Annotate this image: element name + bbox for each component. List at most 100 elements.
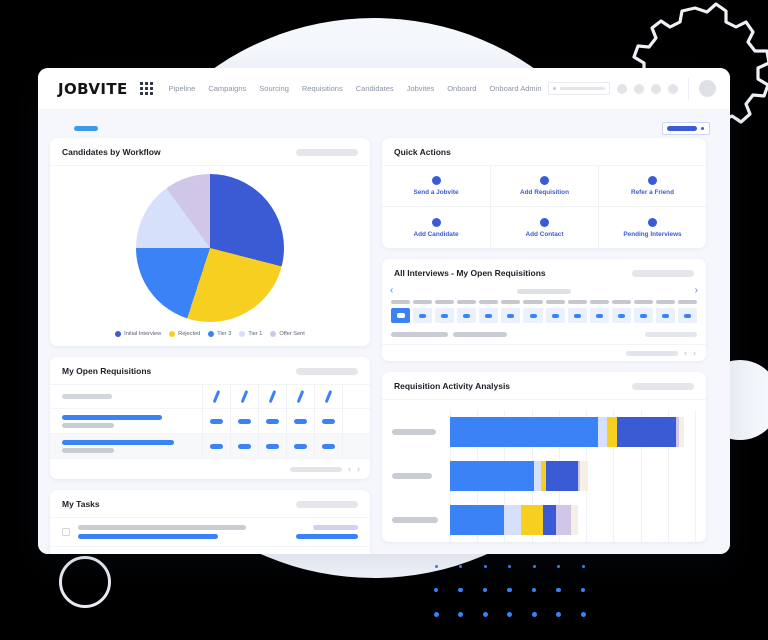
table-cell[interactable] bbox=[286, 434, 314, 458]
table-cell[interactable] bbox=[230, 434, 258, 458]
interviews-next-icon[interactable]: › bbox=[695, 286, 698, 296]
legend-item[interactable]: Initial Interview bbox=[115, 331, 161, 337]
stacked-bar[interactable] bbox=[450, 505, 696, 535]
interview-day-cell[interactable] bbox=[457, 308, 477, 323]
column-header[interactable] bbox=[202, 385, 230, 408]
table-row[interactable] bbox=[50, 434, 370, 459]
nav-icon-3[interactable] bbox=[651, 83, 661, 94]
nav-link-requisitions[interactable]: Requisitions bbox=[302, 84, 343, 93]
table-cell[interactable] bbox=[342, 434, 370, 458]
interview-day-cell[interactable] bbox=[501, 308, 521, 323]
list-item[interactable] bbox=[50, 517, 370, 546]
quick-action-label: Send a Jobvite bbox=[413, 189, 459, 196]
column-header[interactable] bbox=[286, 385, 314, 408]
interview-day-cell[interactable] bbox=[633, 308, 653, 323]
card-menu-bar[interactable] bbox=[632, 382, 694, 390]
card-menu-bar[interactable] bbox=[296, 148, 358, 156]
legend-swatch bbox=[169, 331, 176, 337]
apps-grid-icon[interactable] bbox=[139, 82, 153, 95]
task-checkbox[interactable] bbox=[62, 528, 70, 536]
table-cell[interactable] bbox=[314, 409, 342, 433]
day-label bbox=[523, 300, 543, 304]
interview-count bbox=[639, 313, 647, 318]
quick-action-refer-a-friend[interactable]: Refer a Friend bbox=[598, 166, 706, 207]
dashboard-body: Candidates by Workflow Initial Interview… bbox=[38, 110, 730, 554]
interview-day-cell[interactable] bbox=[678, 308, 698, 323]
interview-day-cell[interactable] bbox=[611, 308, 631, 323]
list-item[interactable] bbox=[50, 546, 370, 554]
nav-link-onboard[interactable]: Onboard bbox=[447, 84, 476, 93]
table-cell[interactable] bbox=[230, 409, 258, 433]
decorative-dot bbox=[434, 564, 438, 568]
avatar[interactable] bbox=[699, 80, 716, 97]
quick-action-send-a-jobvite[interactable]: Send a Jobvite bbox=[382, 166, 490, 207]
table-cell[interactable] bbox=[258, 434, 286, 458]
quick-action-add-candidate[interactable]: Add Candidate bbox=[382, 207, 490, 248]
stacked-bar[interactable] bbox=[450, 461, 696, 491]
dashboard-filter-select[interactable] bbox=[662, 121, 710, 135]
table-cell[interactable] bbox=[202, 409, 230, 433]
quick-action-add-contact[interactable]: Add Contact bbox=[490, 207, 598, 248]
card-menu-bar[interactable] bbox=[632, 269, 694, 277]
app-window: JOBVITE Pipeline Campaigns Sourcing Requ… bbox=[38, 68, 730, 554]
nav-link-onboard-admin[interactable]: Onboard Admin bbox=[489, 84, 541, 93]
interview-day-cell[interactable] bbox=[413, 308, 433, 323]
column-header[interactable] bbox=[230, 385, 258, 408]
diagonal-header-icon bbox=[240, 390, 249, 403]
add-requisition-icon bbox=[540, 176, 549, 185]
card-header: My Open Requisitions bbox=[50, 357, 370, 384]
nav-link-campaigns[interactable]: Campaigns bbox=[208, 84, 246, 93]
interview-day-cell[interactable] bbox=[479, 308, 499, 323]
nav-icon-1[interactable] bbox=[617, 83, 627, 94]
interview-day-cell[interactable] bbox=[655, 308, 676, 323]
nav-link-pipeline[interactable]: Pipeline bbox=[169, 84, 196, 93]
card-menu-bar[interactable] bbox=[296, 367, 358, 375]
pagination-next-icon[interactable]: › bbox=[693, 348, 696, 358]
column-header[interactable] bbox=[342, 385, 370, 408]
interview-day-cell[interactable] bbox=[589, 308, 609, 323]
legend-item[interactable]: Tier 1 bbox=[239, 331, 262, 337]
interview-count bbox=[617, 313, 625, 318]
table-cell[interactable] bbox=[286, 409, 314, 433]
pie-chart bbox=[136, 174, 284, 322]
table-cell[interactable] bbox=[342, 409, 370, 433]
filter-value bbox=[667, 125, 697, 131]
stacked-bar[interactable] bbox=[450, 417, 696, 447]
interview-day-cell[interactable] bbox=[391, 308, 411, 323]
interview-day-cell[interactable] bbox=[545, 308, 565, 323]
interview-day-cell[interactable] bbox=[567, 308, 587, 323]
card-quick-actions: Quick Actions Send a Jobvite Add Requisi… bbox=[382, 138, 706, 248]
quick-action-pending-interviews[interactable]: Pending Interviews bbox=[598, 207, 706, 248]
chevron-down-icon bbox=[701, 126, 704, 130]
nav-link-sourcing[interactable]: Sourcing bbox=[259, 84, 289, 93]
legend-item[interactable]: Offer Sent bbox=[270, 331, 305, 337]
search-input[interactable] bbox=[548, 82, 610, 95]
legend-item[interactable]: Tier 3 bbox=[208, 331, 231, 337]
table-cell[interactable] bbox=[258, 409, 286, 433]
pagination-prev-icon[interactable]: ‹ bbox=[684, 348, 687, 358]
table-row[interactable] bbox=[50, 409, 370, 434]
jobvite-logo[interactable]: JOBVITE bbox=[58, 80, 128, 98]
column-header[interactable] bbox=[314, 385, 342, 408]
nav-icon-4[interactable] bbox=[668, 83, 678, 94]
nav-link-candidates[interactable]: Candidates bbox=[356, 84, 394, 93]
legend-item[interactable]: Rejected bbox=[169, 331, 200, 337]
dashboard-tab-indicator[interactable] bbox=[74, 125, 98, 131]
pagination-next-icon[interactable]: › bbox=[357, 464, 360, 474]
bar-segment-yellow bbox=[607, 417, 618, 447]
column-header[interactable] bbox=[258, 385, 286, 408]
card-menu-bar[interactable] bbox=[296, 500, 358, 508]
pagination-prev-icon[interactable]: ‹ bbox=[348, 464, 351, 474]
nav-link-jobvites[interactable]: Jobvites bbox=[407, 84, 435, 93]
quick-action-label: Add Contact bbox=[525, 230, 564, 238]
table-cell[interactable] bbox=[314, 434, 342, 458]
interview-day-cell[interactable] bbox=[523, 308, 543, 323]
row-cells bbox=[202, 409, 370, 433]
nav-icon-2[interactable] bbox=[634, 83, 644, 94]
day-label bbox=[589, 300, 609, 304]
interview-day-cell[interactable] bbox=[435, 308, 455, 323]
page-title: Candidates by Workflow bbox=[62, 147, 161, 157]
table-cell[interactable] bbox=[202, 434, 230, 458]
quick-action-add-requisition[interactable]: Add Requisition bbox=[490, 166, 598, 207]
row-label-cell bbox=[50, 439, 202, 453]
